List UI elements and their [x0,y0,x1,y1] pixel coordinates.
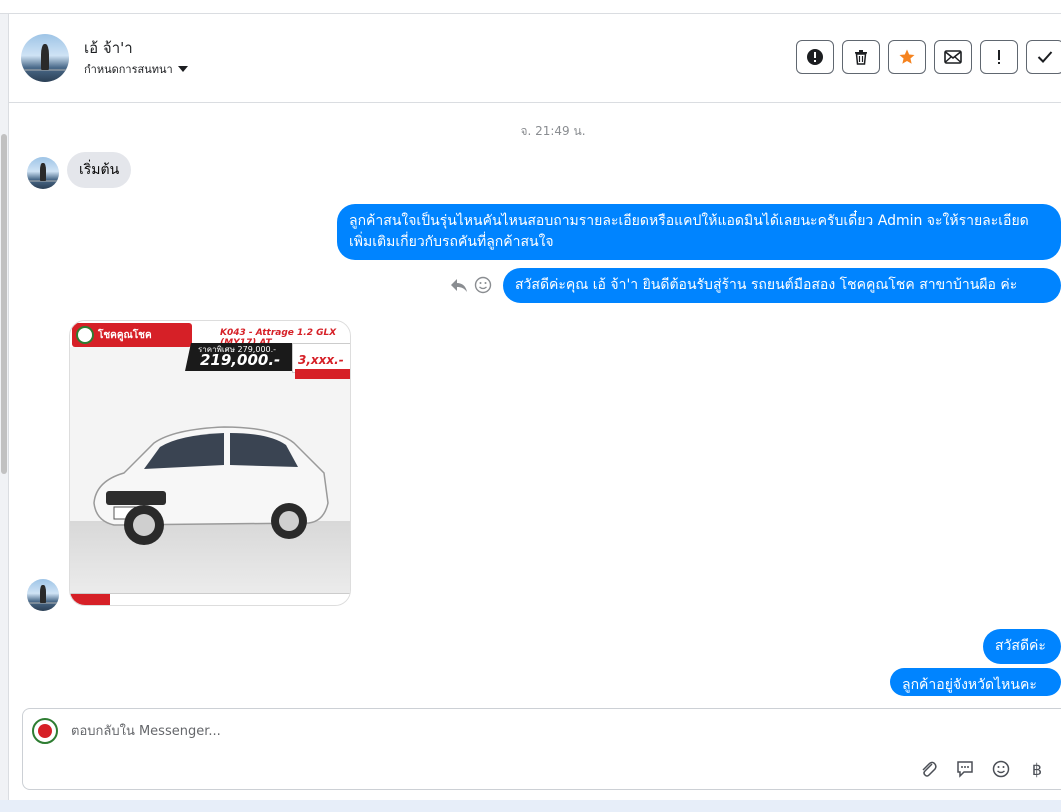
done-button[interactable] [1026,40,1061,74]
message-timestamp: จ. 21:49 น. [520,124,586,138]
exclamation-icon [998,50,1000,64]
sender-avatar [27,157,59,189]
assign-conversation-dropdown[interactable]: กำหนดการสนทนา [84,60,188,78]
envelope-icon [944,50,962,64]
dealer-logo: โชคคูณโชค [72,323,192,347]
top-border [0,0,1061,14]
outgoing-message[interactable]: ลูกค้าอยู่จังหวัดไหนคะ [890,668,1061,696]
outgoing-message[interactable]: สวัสดีค่ะคุณ เอ้ จ้า'า ยินดีต้อนรับสู่ร้… [503,268,1061,303]
bottom-strip [0,800,1061,812]
delete-button[interactable] [842,40,880,74]
incoming-message[interactable]: เริ่มต้น [67,152,132,188]
composer-tools: ฿ [919,759,1047,779]
star-button[interactable] [888,40,926,74]
car-illustration [93,426,329,545]
message-composer: ฿ [22,708,1061,790]
page-avatar [32,718,58,744]
trash-icon [855,50,867,65]
sender-avatar [27,579,59,611]
header-actions [796,40,1061,74]
outgoing-message[interactable]: สวัสดีค่ะ [983,629,1061,664]
outgoing-message[interactable]: ลูกค้าสนใจเป็นรุ่นไหนคันไหนสอบถามรายละเอ… [337,204,1061,260]
react-emoji-icon[interactable] [474,276,492,298]
assign-label: กำหนดการสนทนา [84,63,173,76]
check-icon [1037,51,1053,63]
spam-button[interactable] [796,40,834,74]
scrollbar-thumb[interactable] [1,134,7,474]
mark-unread-button[interactable] [934,40,972,74]
paperclip-icon[interactable] [919,759,939,779]
chat-icon[interactable] [955,759,975,779]
reply-icon[interactable] [450,277,468,297]
baht-icon[interactable]: ฿ [1027,759,1047,779]
conversation-header: เอ้ จ้า'า กำหนดการสนทนา [9,14,1061,103]
car-price: 219,000.- [200,351,281,369]
car-photo-attachment[interactable]: โชคคูณโชค K043 - Attrage 1.2 GLX (MY17) … [69,320,351,606]
message-actions [450,276,492,298]
exclamation-circle-icon [807,49,823,65]
follow-up-button[interactable] [980,40,1018,74]
contact-avatar[interactable] [21,34,69,82]
star-icon [899,49,915,64]
monthly-payment: 3,xxx.- [298,353,344,367]
contact-name[interactable]: เอ้ จ้า'า [84,36,133,60]
caret-down-icon [177,66,188,72]
reply-input[interactable] [69,723,673,740]
emoji-icon[interactable] [991,759,1011,779]
